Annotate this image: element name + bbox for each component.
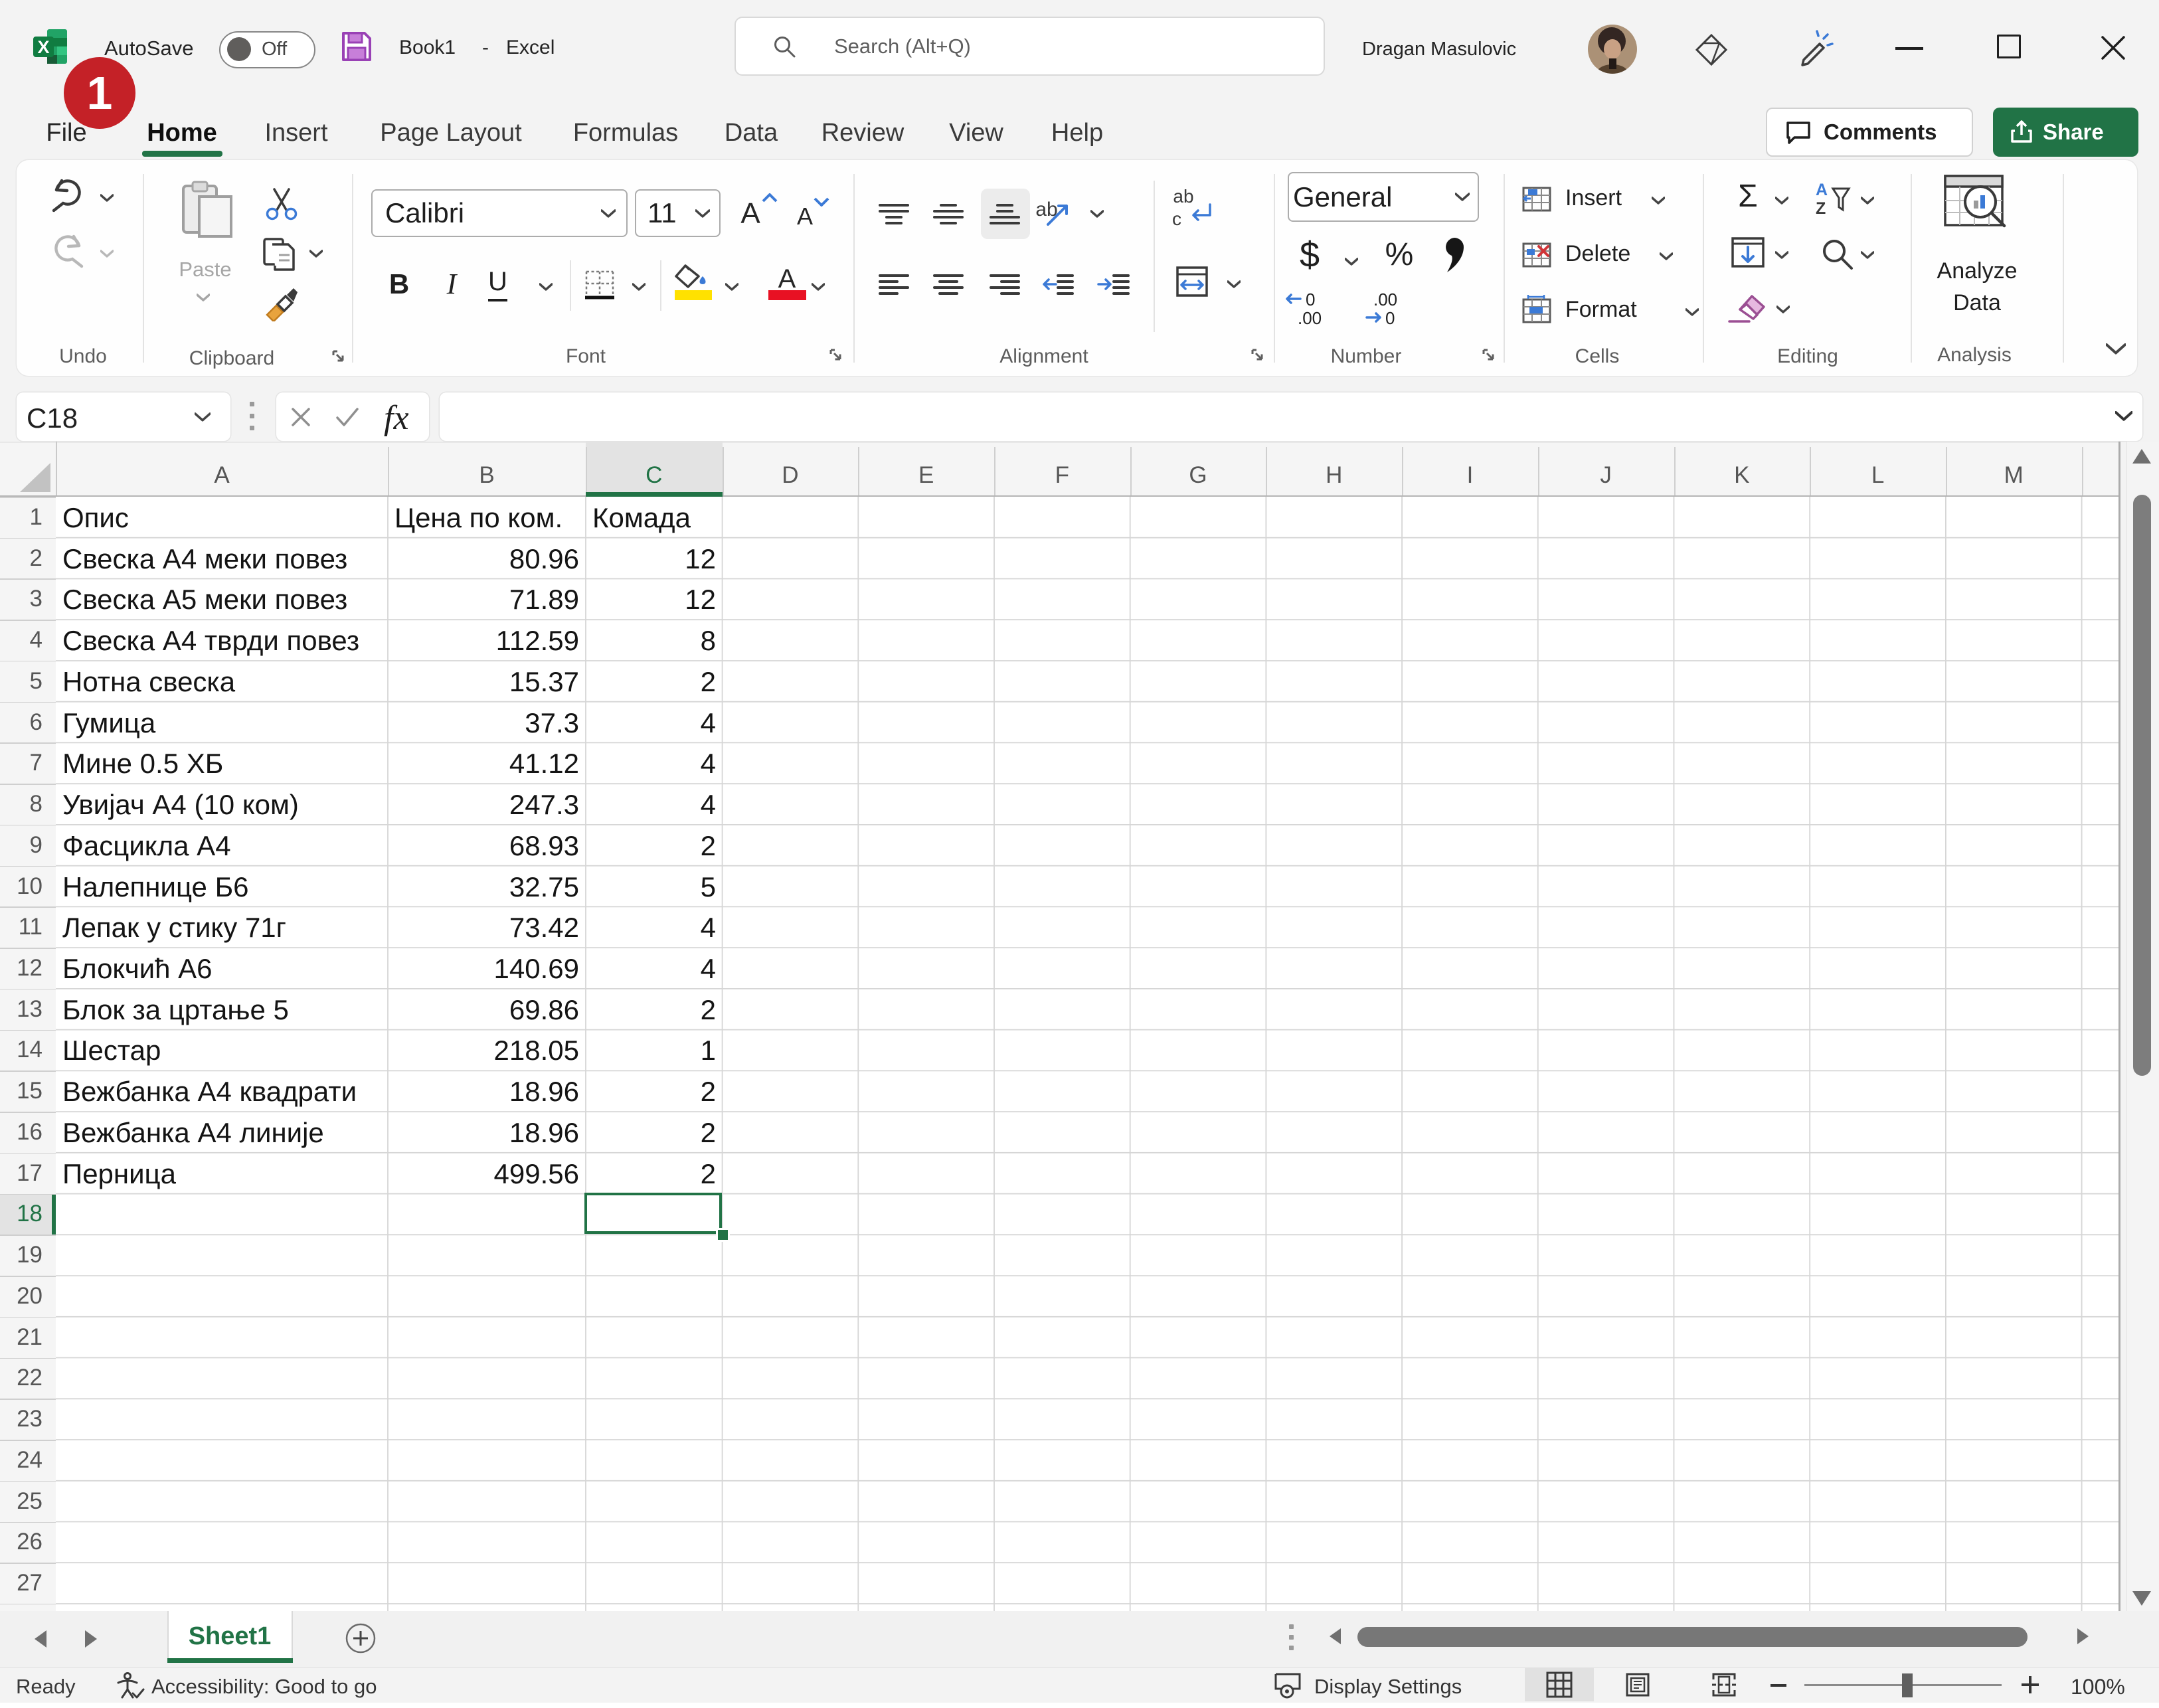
svg-text:0: 0 (1306, 291, 1315, 309)
svg-text:Z: Z (1816, 199, 1826, 218)
svg-text:.00: .00 (1298, 308, 1322, 328)
svg-text:.00: .00 (1373, 291, 1397, 309)
svg-text:A: A (1816, 181, 1828, 199)
svg-text:0: 0 (1385, 308, 1395, 328)
